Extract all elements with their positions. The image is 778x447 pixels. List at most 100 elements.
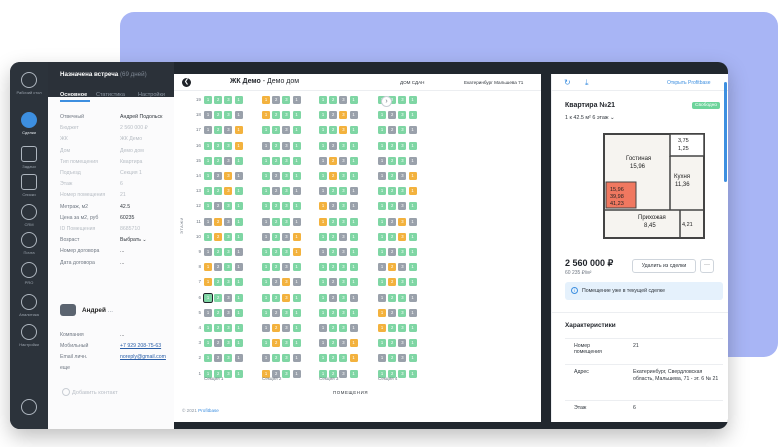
- unit-cell[interactable]: 2: [388, 232, 397, 241]
- unit-cell[interactable]: 3: [282, 96, 291, 104]
- field-value[interactable]: ...: [120, 260, 124, 266]
- unit-cell[interactable]: 1: [292, 308, 301, 317]
- unit-cell[interactable]: 1: [292, 111, 301, 120]
- unit-cell[interactable]: 2: [214, 96, 223, 104]
- contact-avatar[interactable]: [60, 304, 76, 316]
- unit-cell[interactable]: 1: [408, 308, 417, 317]
- unit-cell[interactable]: 1: [204, 96, 212, 104]
- unit-cell[interactable]: 3: [398, 308, 407, 317]
- unit-cell[interactable]: 1: [319, 172, 327, 180]
- unit-cell[interactable]: 2: [214, 156, 223, 165]
- deal-field-row[interactable]: Дата договора...: [60, 260, 172, 270]
- unit-cell[interactable]: 1: [234, 141, 243, 150]
- unit-cell[interactable]: 1: [408, 263, 417, 272]
- unit-cell[interactable]: 1: [204, 354, 212, 363]
- unit-cell[interactable]: 1: [292, 232, 301, 241]
- unit-cell[interactable]: 2: [388, 111, 397, 120]
- unit-cell[interactable]: 1: [378, 354, 386, 363]
- unit-cell[interactable]: 1: [378, 278, 386, 287]
- unit-cell[interactable]: 2: [329, 308, 338, 317]
- tab-0[interactable]: Основное: [60, 92, 87, 98]
- unit-cell[interactable]: 1: [349, 126, 358, 135]
- unit-cell[interactable]: 1: [349, 187, 358, 196]
- unit-cell[interactable]: 1: [319, 354, 327, 363]
- unit-cell[interactable]: 3: [398, 126, 407, 135]
- deal-field-row[interactable]: Бюджет 2 560 000 ₽: [60, 125, 172, 135]
- nav-item-4[interactable]: CRM: [10, 202, 48, 232]
- unit-cell[interactable]: 1: [349, 217, 358, 226]
- unit-cell[interactable]: 1: [349, 248, 358, 256]
- contact-field-row[interactable]: Email личн. noreply@gmail.com: [60, 354, 172, 364]
- unit-cell[interactable]: 1: [349, 339, 358, 348]
- deal-field-row[interactable]: Отвечный Андрей Подольск: [60, 114, 172, 124]
- unit-cell[interactable]: 2: [272, 339, 281, 348]
- unit-cell[interactable]: 1: [319, 248, 327, 256]
- unit-cell[interactable]: 3: [339, 172, 348, 180]
- unit-cell[interactable]: 2: [329, 187, 338, 196]
- field-value[interactable]: +7 929 208-75-63: [120, 343, 161, 349]
- unit-cell[interactable]: 1: [262, 324, 270, 332]
- unit-cell[interactable]: 2: [214, 202, 223, 211]
- unit-cell[interactable]: 1: [349, 202, 358, 211]
- unit-cell[interactable]: 3: [339, 232, 348, 241]
- unit-cell[interactable]: 3: [398, 141, 407, 150]
- field-value[interactable]: Выбрать ⌄: [120, 237, 147, 243]
- unit-cell[interactable]: 1: [292, 187, 301, 196]
- unit-cell[interactable]: 1: [378, 187, 386, 196]
- unit-cell[interactable]: 2: [329, 248, 338, 256]
- unit-cell[interactable]: 3: [398, 293, 407, 302]
- deal-field-row[interactable]: Тип помещения Квартира: [60, 159, 172, 169]
- unit-cell[interactable]: 1: [408, 156, 417, 165]
- unit-cell[interactable]: 2: [272, 232, 281, 241]
- unit-cell[interactable]: 1: [262, 217, 270, 226]
- unit-cell[interactable]: 2: [329, 111, 338, 120]
- unit-cell[interactable]: 2: [214, 308, 223, 317]
- unit-cell[interactable]: 3: [224, 324, 233, 332]
- unit-cell[interactable]: 2: [329, 172, 338, 180]
- unit-cell[interactable]: 1: [204, 324, 212, 332]
- unit-cell[interactable]: 1: [234, 354, 243, 363]
- unit-cell[interactable]: 1: [319, 202, 327, 211]
- unit-cell[interactable]: 3: [224, 126, 233, 135]
- unit-cell[interactable]: 3: [224, 354, 233, 363]
- deal-field-row[interactable]: Номер помещения 21: [60, 192, 172, 202]
- unit-cell[interactable]: 1: [204, 156, 212, 165]
- nav-item-8[interactable]: Настройки: [10, 322, 48, 352]
- tab-1[interactable]: Статистика: [96, 92, 125, 98]
- unit-cell[interactable]: 1: [292, 339, 301, 348]
- unit-cell[interactable]: 3: [398, 354, 407, 363]
- unit-cell[interactable]: 1: [292, 248, 301, 256]
- unit-cell[interactable]: 3: [339, 339, 348, 348]
- unit-cell[interactable]: 2: [329, 293, 338, 302]
- unit-cell[interactable]: 3: [398, 339, 407, 348]
- unit-cell[interactable]: 1: [408, 293, 417, 302]
- unit-cell[interactable]: 1: [378, 126, 386, 135]
- field-value[interactable]: Андрей Подольск: [120, 114, 162, 120]
- unit-cell[interactable]: 1: [349, 232, 358, 241]
- deal-field-row[interactable]: Цена за м2, руб 60235: [60, 215, 172, 225]
- unit-cell[interactable]: 1: [408, 172, 417, 180]
- unit-cell[interactable]: 3: [339, 278, 348, 287]
- unit-cell[interactable]: 1: [319, 141, 327, 150]
- support-icon[interactable]: [21, 399, 37, 415]
- unit-cell[interactable]: 1: [204, 278, 212, 287]
- unit-cell[interactable]: 1: [234, 187, 243, 196]
- unit-cell[interactable]: 1: [349, 96, 358, 104]
- unit-cell[interactable]: 2: [272, 156, 281, 165]
- unit-cell[interactable]: 1: [378, 248, 386, 256]
- unit-cell[interactable]: 3: [339, 187, 348, 196]
- unit-cell[interactable]: 1: [349, 111, 358, 120]
- unit-cell[interactable]: 3: [398, 369, 407, 378]
- unit-cell[interactable]: 2: [272, 202, 281, 211]
- unit-cell[interactable]: 2: [214, 324, 223, 332]
- unit-cell[interactable]: 2: [272, 96, 281, 104]
- unit-cell[interactable]: 1: [204, 141, 212, 150]
- unit-cell[interactable]: 3: [282, 232, 291, 241]
- open-profitbase-link[interactable]: Открыть Profitbase: [667, 80, 711, 86]
- field-value[interactable]: Демо дом: [120, 148, 144, 154]
- unit-cell[interactable]: 1: [349, 354, 358, 363]
- field-value[interactable]: 8685710: [120, 226, 140, 232]
- contact-field-row[interactable]: Мобильный +7 929 208-75-63: [60, 343, 172, 353]
- unit-cell[interactable]: 3: [398, 278, 407, 287]
- unit-cell[interactable]: 2: [329, 202, 338, 211]
